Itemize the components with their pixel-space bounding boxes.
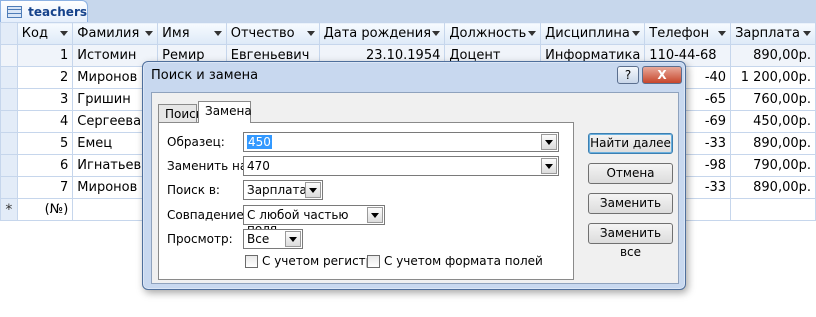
match-select[interactable]: С любой частью поля bbox=[243, 205, 385, 236]
tab-replace[interactable]: Замена bbox=[198, 101, 252, 123]
column-header[interactable]: Отчество bbox=[225, 22, 320, 45]
tab-search[interactable]: Поиск bbox=[158, 104, 203, 122]
cell-code[interactable]: 7 bbox=[16, 176, 74, 199]
find-label: Образец: bbox=[167, 135, 225, 149]
row-selector[interactable] bbox=[0, 132, 18, 155]
match-format-label[interactable]: С учетом формата полей bbox=[384, 254, 543, 268]
help-button[interactable]: ? bbox=[617, 66, 639, 84]
find-replace-dialog: Поиск и замена ? X Поиск Замена Образец:… bbox=[142, 61, 686, 290]
row-selector[interactable] bbox=[0, 88, 18, 111]
dialog-body: Поиск Замена Образец: 450 Заменить на: 4… bbox=[151, 92, 679, 284]
column-header[interactable]: Должность bbox=[444, 22, 542, 45]
match-case-label[interactable]: С учетом регистра bbox=[262, 254, 381, 268]
find-next-button[interactable]: Найти далее bbox=[588, 133, 673, 154]
row-selector[interactable] bbox=[0, 66, 18, 89]
replace-input[interactable]: 470 bbox=[243, 156, 559, 176]
cell-code[interactable]: 3 bbox=[16, 88, 74, 111]
row-selector[interactable] bbox=[0, 44, 18, 67]
column-header[interactable]: Имя bbox=[157, 22, 227, 45]
row-selector[interactable] bbox=[0, 154, 18, 177]
dropdown-arrow-icon[interactable] bbox=[60, 31, 69, 36]
find-input[interactable]: 450 bbox=[243, 132, 559, 152]
cell-salary[interactable]: 1 200,00р. bbox=[730, 66, 816, 89]
cell-code[interactable]: 1 bbox=[16, 44, 74, 67]
dropdown-arrow-icon[interactable] bbox=[367, 207, 383, 223]
find-value: 450 bbox=[247, 135, 272, 149]
cell-code[interactable]: 6 bbox=[16, 154, 74, 177]
column-header[interactable]: Дата рождения bbox=[318, 22, 446, 45]
dropdown-arrow-icon[interactable] bbox=[145, 31, 154, 36]
look-in-label: Поиск в: bbox=[167, 183, 220, 197]
tab-title: teachers bbox=[28, 4, 87, 19]
dropdown-arrow-icon[interactable] bbox=[718, 31, 727, 36]
dropdown-arrow-icon[interactable] bbox=[285, 231, 301, 247]
dialog-title: Поиск и замена bbox=[151, 68, 259, 83]
cell-code[interactable]: 4 bbox=[16, 110, 74, 133]
dropdown-arrow-icon[interactable] bbox=[632, 31, 641, 36]
column-header[interactable]: Дисциплина bbox=[540, 22, 646, 45]
dropdown-arrow-icon[interactable] bbox=[541, 158, 557, 174]
cell-salary[interactable]: 890,00р. bbox=[730, 176, 816, 199]
look-in-value: Зарплата bbox=[247, 183, 307, 197]
cell-salary[interactable]: 450,00р. bbox=[730, 110, 816, 133]
dropdown-arrow-icon[interactable] bbox=[305, 182, 321, 198]
new-record-icon: * bbox=[0, 198, 18, 221]
close-button[interactable]: X bbox=[642, 66, 682, 84]
tab-teachers[interactable]: teachers bbox=[0, 0, 88, 22]
dropdown-arrow-icon[interactable] bbox=[213, 31, 222, 36]
dropdown-arrow-icon[interactable] bbox=[541, 134, 557, 150]
replace-button[interactable]: Заменить bbox=[588, 193, 673, 214]
replace-label: Заменить на: bbox=[167, 159, 252, 173]
match-format-checkbox[interactable] bbox=[367, 255, 380, 268]
column-header[interactable]: Телефон bbox=[644, 22, 732, 45]
document-tab-bar: teachers bbox=[0, 0, 816, 22]
select-all[interactable] bbox=[0, 22, 18, 45]
header-row: Код Фамилия Имя Отчество Дата рождения Д… bbox=[0, 22, 816, 45]
column-header[interactable]: Код bbox=[16, 22, 74, 45]
dropdown-arrow-icon[interactable] bbox=[306, 31, 315, 36]
dropdown-arrow-icon[interactable] bbox=[803, 31, 811, 36]
replace-value: 470 bbox=[247, 159, 270, 173]
column-header[interactable]: Зарплата bbox=[730, 22, 816, 45]
column-header[interactable]: Фамилия bbox=[72, 22, 159, 45]
replace-panel: Образец: 450 Заменить на: 470 Поиск в: З… bbox=[158, 122, 574, 280]
cell-salary[interactable]: 790,00р. bbox=[730, 154, 816, 177]
cell-code[interactable]: 5 bbox=[16, 132, 74, 155]
search-direction-select[interactable]: Все bbox=[243, 229, 303, 249]
replace-all-button[interactable]: Заменить все bbox=[588, 223, 673, 259]
cell-code[interactable]: 2 bbox=[16, 66, 74, 89]
cell-salary[interactable]: 890,00р. bbox=[730, 132, 816, 155]
row-selector[interactable] bbox=[0, 176, 18, 199]
search-direction-label: Просмотр: bbox=[167, 232, 233, 246]
search-direction-value: Все bbox=[247, 232, 270, 246]
row-selector[interactable] bbox=[0, 110, 18, 133]
dropdown-arrow-icon[interactable] bbox=[528, 31, 537, 36]
dropdown-arrow-icon[interactable] bbox=[432, 31, 441, 36]
match-label: Совпадение: bbox=[167, 208, 248, 222]
match-case-checkbox[interactable] bbox=[245, 255, 258, 268]
cell-salary[interactable]: 760,00р. bbox=[730, 88, 816, 111]
cell-salary[interactable]: 890,00р. bbox=[730, 44, 816, 67]
table-icon bbox=[7, 5, 23, 18]
cell-code[interactable]: (№) bbox=[16, 198, 74, 221]
look-in-select[interactable]: Зарплата bbox=[243, 180, 323, 200]
cancel-button[interactable]: Отмена bbox=[588, 163, 673, 184]
